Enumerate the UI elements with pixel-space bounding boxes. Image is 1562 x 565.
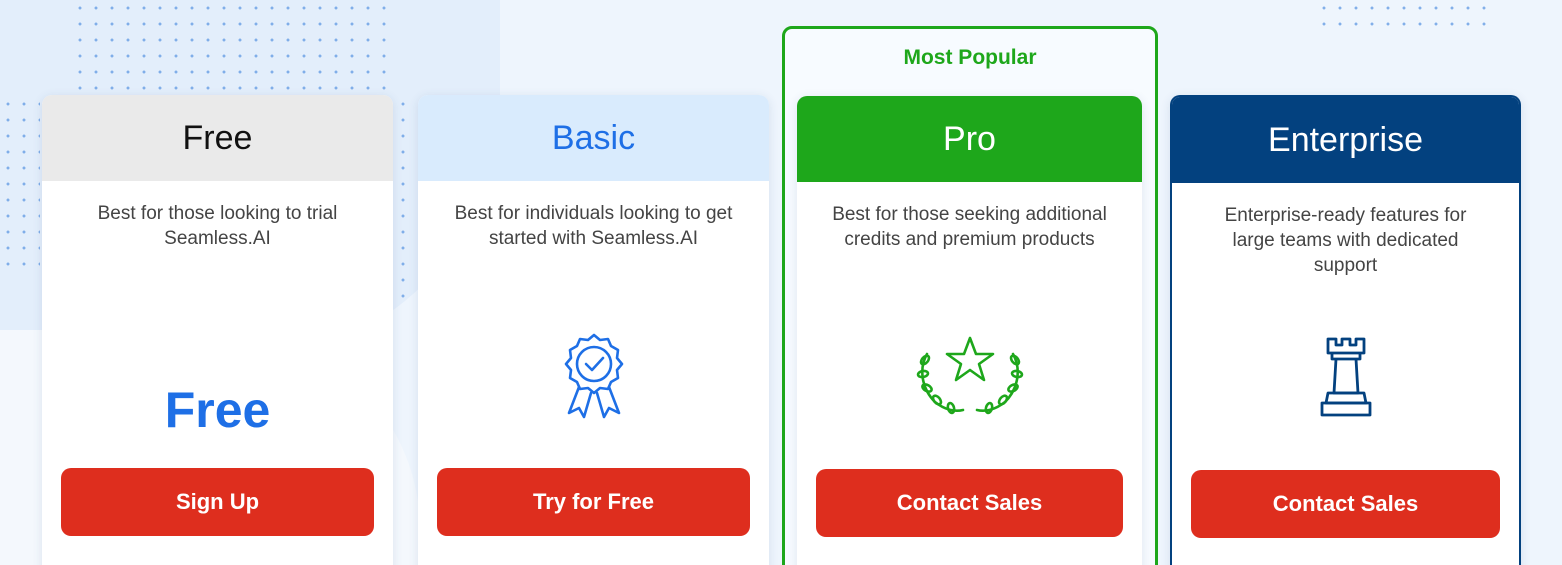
chess-rook-icon [1320, 337, 1371, 417]
dot-pattern [395, 96, 417, 306]
plan-header: Enterprise [1172, 97, 1519, 183]
dot-pattern [0, 96, 40, 266]
plan-header: Free [42, 95, 393, 181]
plan-header: Basic [418, 95, 769, 181]
star-laurel-icon [916, 336, 1023, 415]
dot-pattern [72, 0, 392, 96]
plan-card-basic: Basic Best for individuals looking to ge… [418, 95, 769, 565]
plan-description: Best for individuals looking to get star… [454, 203, 733, 249]
contact-sales-button[interactable]: Contact Sales [1191, 470, 1500, 538]
plan-header: Pro [797, 96, 1142, 182]
plan-description: Best for those seeking additional credit… [832, 204, 1107, 250]
dot-pattern [1316, 0, 1492, 26]
plan-card-pro: Pro Best for those seeking additional cr… [797, 96, 1142, 565]
plan-description: Best for those looking to trial Seamless… [97, 203, 338, 249]
plan-title: Basic [551, 118, 636, 157]
plan-card-enterprise: Enterprise Enterprise-ready features for… [1170, 95, 1521, 565]
plan-card-free: Free Best for those looking to trial Sea… [42, 95, 393, 565]
plan-title: Free [182, 118, 253, 157]
plan-price: Free [164, 382, 271, 438]
try-for-free-button[interactable]: Try for Free [437, 468, 750, 536]
plan-description: Enterprise-ready features for large team… [1224, 205, 1467, 276]
plan-title: Enterprise [1268, 120, 1423, 159]
sign-up-button[interactable]: Sign Up [61, 468, 374, 536]
award-ribbon-icon [564, 333, 623, 419]
most-popular-label: Most Popular [903, 46, 1037, 69]
plan-title: Pro [943, 119, 996, 158]
contact-sales-button[interactable]: Contact Sales [816, 469, 1123, 537]
